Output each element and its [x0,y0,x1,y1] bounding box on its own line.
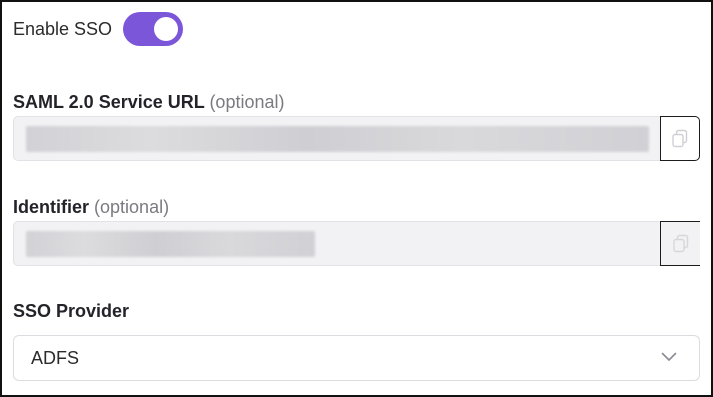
identifier-redacted-value [26,231,315,257]
identifier-copy-button[interactable] [660,221,700,266]
identifier-optional-hint: (optional) [94,197,170,217]
saml-url-field [13,116,700,161]
toggle-knob [154,17,179,41]
enable-sso-toggle[interactable] [123,12,184,46]
sso-provider-label: SSO Provider [13,301,130,321]
copy-icon [672,234,690,254]
saml-url-copy-button[interactable] [660,116,700,161]
enable-sso-label: Enable SSO [13,18,113,39]
identifier-label: Identifier (optional) [13,197,169,218]
sso-settings-panel: Enable SSO SAML 2.0 Service URL (optiona… [0,0,713,397]
saml-url-input[interactable] [13,116,660,161]
saml-url-label: SAML 2.0 Service URL (optional) [13,92,284,113]
sso-provider-select[interactable]: ADFS [13,335,700,381]
saml-url-redacted-value [26,126,649,152]
identifier-field [13,221,700,266]
identifier-label-text: Identifier [13,197,90,217]
identifier-input[interactable] [13,221,660,266]
saml-url-label-text: SAML 2.0 Service URL [13,92,205,112]
saml-url-optional-hint: (optional) [209,92,285,112]
enable-sso-row: Enable SSO [13,11,184,47]
copy-icon [671,129,689,149]
chevron-down-icon [661,349,677,367]
sso-provider-selected-value: ADFS [31,347,80,368]
